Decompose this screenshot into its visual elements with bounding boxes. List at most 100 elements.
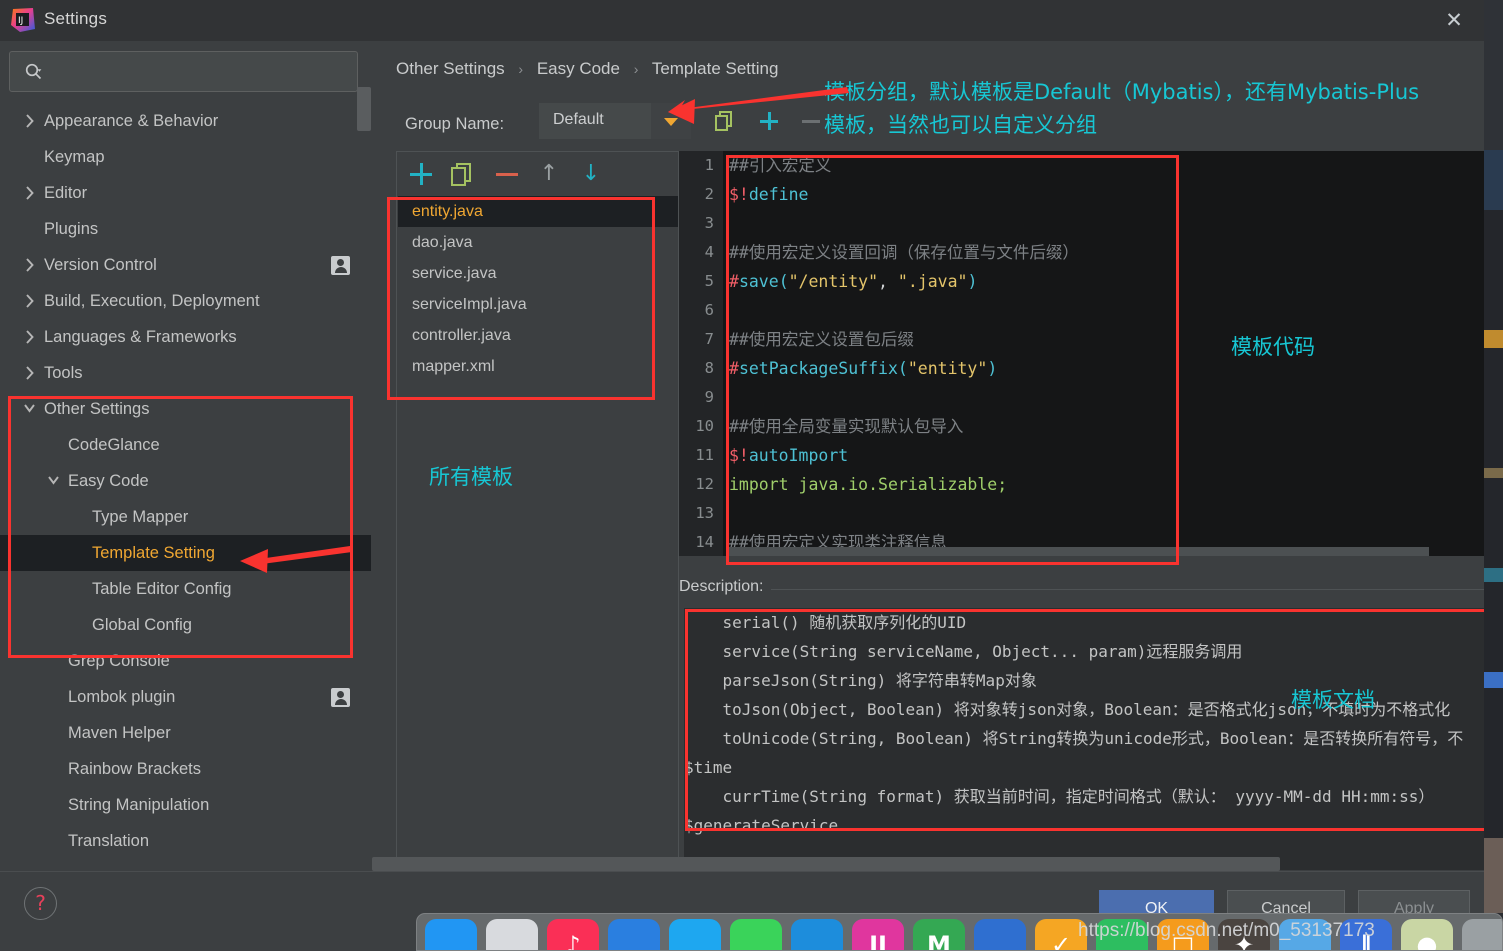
sidebar-item-version-control[interactable]: Version Control [0,247,371,283]
itunes-icon[interactable]: ♪ [547,919,599,950]
editor-horizontal-scrollbar[interactable] [729,547,1429,556]
wechat-icon[interactable] [791,919,843,950]
copy-template-button[interactable] [447,158,479,190]
template-list-item[interactable]: service.java [398,258,678,289]
launchpad-icon[interactable] [486,919,538,950]
chevron-right-icon[interactable] [22,175,36,211]
editor-line-number: 3 [704,214,714,232]
wps-icon[interactable] [974,919,1026,950]
sidebar-item-easy-code[interactable]: Easy Code [0,463,371,499]
annotation-all-templates: 所有模板 [429,465,513,489]
chevron-down-icon[interactable] [22,391,36,427]
code-token: ##引入宏定义 [729,156,832,175]
code-token: ".java" [897,272,968,291]
sidebar-item-grep-console[interactable]: Grep Console [0,643,371,679]
add-template-button[interactable] [405,158,437,190]
breadcrumb-item-0[interactable]: Other Settings [396,59,505,78]
trash-icon[interactable] [1462,919,1502,950]
apple-music-icon[interactable] [669,919,721,950]
chevron-right-icon[interactable] [22,103,36,139]
editor-line-number: 14 [695,533,714,551]
code-token: ##使用全局变量实现默认包导入 [729,417,964,436]
template-list-item[interactable]: mapper.xml [398,351,678,382]
sidebar-item-lombok-plugin[interactable]: Lombok plugin [0,679,371,715]
chevron-down-icon[interactable] [651,103,691,139]
gmail-icon[interactable]: M [913,919,965,950]
sidebar-item-plugins[interactable]: Plugins [0,211,371,247]
code-token: ( [778,272,789,291]
sidebar-item-codeglance[interactable]: CodeGlance [0,427,371,463]
code-token: # [729,272,739,291]
sidebar-item-other-settings[interactable]: Other Settings [0,391,371,427]
annotation-template-code: 模板代码 [1231,335,1315,359]
sidebar-item-label: Easy Code [68,472,149,490]
close-icon[interactable]: ✕ [1440,6,1468,34]
add-group-button[interactable] [751,103,787,139]
sidebar-item-languages-frameworks[interactable]: Languages & Frameworks [0,319,371,355]
copy-group-button[interactable] [707,103,743,139]
sidebar-item-build-execution-deployment[interactable]: Build, Execution, Deployment [0,283,371,319]
sidebar-item-translation[interactable]: Translation [0,823,371,859]
chevron-down-icon[interactable] [46,463,60,499]
sidebar-scrollbar[interactable] [357,87,371,131]
editor-line-number: 1 [704,156,714,174]
user-badge-icon [331,688,350,707]
code-token: $! [729,185,749,204]
chevron-right-icon[interactable] [22,247,36,283]
sidebar-item-template-setting[interactable]: Template Setting [0,535,371,571]
code-token: define [748,185,809,204]
breadcrumb-item-1[interactable]: Easy Code [537,59,620,78]
facetime-icon[interactable] [730,919,782,950]
chevron-right-icon[interactable] [22,319,36,355]
content-horizontal-scrollbar[interactable] [372,857,1280,871]
finder-icon[interactable] [425,919,477,950]
template-list-toolbar: ↑ ↓ [397,152,678,196]
code-token: "/entity" [788,272,879,291]
settings-tree: Appearance & Behavior Keymap Editor Plugins… [0,103,371,871]
template-list: entity.java dao.java service.java serviceIm… [398,196,678,868]
sidebar-item-label: Lombok plugin [68,688,176,706]
template-list-item[interactable]: serviceImpl.java [398,289,678,320]
sidebar-item-maven-helper[interactable]: Maven Helper [0,715,371,751]
remove-template-button[interactable] [491,158,523,190]
sidebar-item-label: Maven Helper [68,724,171,742]
search-input[interactable] [52,52,356,93]
editor-code-line [729,296,1484,325]
sidebar-item-tools[interactable]: Tools [0,355,371,391]
template-list-item[interactable]: entity.java [398,196,678,227]
editor-line-number: 13 [695,504,714,522]
breadcrumb-separator: › [518,61,524,77]
editor-code-line: #setPackageSuffix("entity") [729,354,1484,383]
template-list-item[interactable]: dao.java [398,227,678,258]
chevron-right-icon[interactable] [22,355,36,391]
sidebar-item-label: CodeGlance [68,436,160,454]
template-list-item[interactable]: controller.java [398,320,678,351]
editor-code-line: ##使用全局变量实现默认包导入 [729,412,1484,441]
editor-code-line: #save("/entity", ".java") [729,267,1484,296]
sidebar-item-editor[interactable]: Editor [0,175,371,211]
content-panel: Other Settings › Easy Code › Template Se… [371,41,1484,871]
sidebar-item-label: Template Setting [92,544,215,562]
search-box[interactable] [9,51,358,93]
intellij-idea-icon[interactable]: IJ [852,919,904,950]
safari-icon[interactable] [608,919,660,950]
sidebar-item-appearance-behavior[interactable]: Appearance & Behavior [0,103,371,139]
help-glyph: ? [35,891,46,915]
sidebar-item-table-editor-config[interactable]: Table Editor Config [0,571,371,607]
sidebar-item-type-mapper[interactable]: Type Mapper [0,499,371,535]
sidebar-item-global-config[interactable]: Global Config [0,607,371,643]
sidebar-item-label: Other Settings [44,400,150,418]
sidebar-item-keymap[interactable]: Keymap [0,139,371,175]
group-name-dropdown[interactable]: Default [539,103,691,139]
move-up-button[interactable]: ↑ [533,158,565,190]
editor-code-area[interactable]: ##引入宏定义 $!define ##使用宏定义设置回调（保存位置与文件后缀） #s… [729,151,1484,556]
sidebar-item-string-manipulation[interactable]: String Manipulation [0,787,371,823]
paint-icon[interactable]: ● [1401,919,1453,950]
help-icon[interactable]: ? [24,887,57,920]
user-badge-icon [331,256,350,275]
sidebar-item-rainbow-brackets[interactable]: Rainbow Brackets [0,751,371,787]
chevron-right-icon[interactable] [22,283,36,319]
template-code-editor[interactable]: 1 2 3 4 5 6 7 8 9 10 11 12 13 14 ##引入宏定义 $!define ##使用… [679,151,1484,556]
move-down-button[interactable]: ↓ [575,158,607,190]
code-token: ( [897,359,908,378]
